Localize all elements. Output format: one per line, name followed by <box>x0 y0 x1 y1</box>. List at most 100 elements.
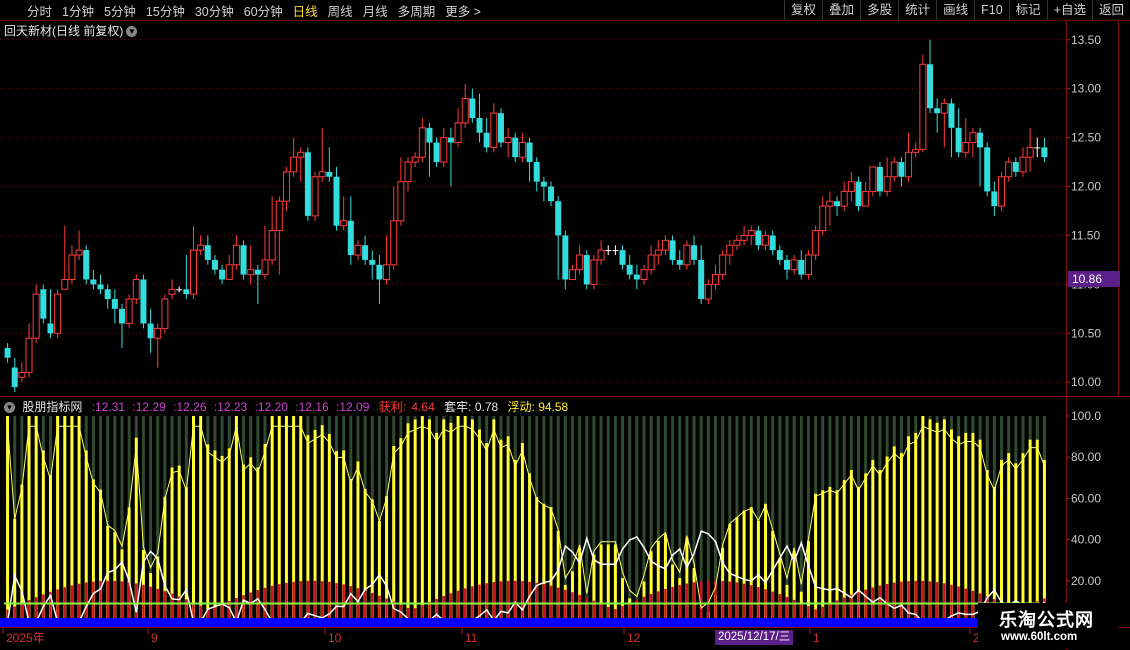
candle-body <box>326 171 333 177</box>
chevron-down-icon[interactable]: ▼ <box>126 26 138 38</box>
candle-body <box>704 283 712 300</box>
candle-body <box>261 259 269 276</box>
current-price-tag: 10.86 <box>1068 271 1120 287</box>
candle-body <box>476 118 483 133</box>
ma-value-5: :12.20 <box>254 400 288 414</box>
candle-body <box>311 176 319 217</box>
price-tick-label: 13.50 <box>1071 33 1101 47</box>
candle-body <box>1012 162 1019 172</box>
candle-body <box>390 220 398 266</box>
kline-chart[interactable]: 13.5013.0012.5012.0011.5011.0010.5010.00… <box>0 0 1130 650</box>
candle-body <box>869 166 877 192</box>
candle-body <box>183 289 190 295</box>
candle-body <box>526 142 533 163</box>
watermark-title: 乐淘公式网 <box>999 610 1094 630</box>
candle-body <box>583 255 590 285</box>
ma-value-3: :12.26 <box>173 400 207 414</box>
candle-body <box>883 176 891 192</box>
candle-body <box>948 103 955 128</box>
stock-title-text: 回天新材(日线 前复权) <box>4 24 124 38</box>
candle-body <box>633 274 640 280</box>
candle-body <box>497 113 504 143</box>
candle-body <box>747 230 755 236</box>
candle-body <box>855 181 862 207</box>
candle-body <box>304 152 311 216</box>
candle-body <box>998 176 1006 207</box>
candle-body <box>161 298 169 329</box>
time-tick-label: 2025年 <box>6 631 45 645</box>
candle-body <box>376 264 383 280</box>
candle-body <box>719 254 727 276</box>
price-tick-label: 13.00 <box>1071 82 1101 96</box>
cursor-date-tag: 2025/12/17/三 <box>715 630 794 645</box>
candle-body <box>219 269 226 280</box>
candle-body <box>240 245 247 275</box>
candle-body <box>790 259 798 271</box>
candle-body <box>1005 161 1013 178</box>
candle-body <box>211 259 218 270</box>
candle-body <box>440 137 448 163</box>
candle-body <box>97 284 104 290</box>
candle-body <box>504 137 512 144</box>
candle-body <box>176 289 183 291</box>
candle-body <box>347 220 354 256</box>
candle-body <box>605 250 612 252</box>
candle-body <box>4 347 11 358</box>
indicator-tick-label: 100.0 <box>1071 409 1101 423</box>
candle-body <box>433 142 440 163</box>
candle-body <box>683 244 691 266</box>
candle-body <box>418 127 426 158</box>
ma-value-6: :12.16 <box>295 400 329 414</box>
candle-body <box>1034 147 1041 149</box>
candle-body <box>25 337 33 373</box>
indicator-tick-label: 20.00 <box>1071 574 1101 588</box>
candle-body <box>490 112 498 148</box>
candle-body <box>232 244 240 266</box>
ma-value-4: :12.23 <box>213 400 248 414</box>
candle-body <box>75 249 83 256</box>
trap-label: 套牢: <box>444 400 472 414</box>
candle-body <box>984 147 991 192</box>
candle-body <box>840 190 848 207</box>
candle-body <box>61 278 69 290</box>
price-tick-label: 12.00 <box>1071 180 1101 194</box>
candle-body <box>912 148 920 153</box>
ma-value-2: :12.29 <box>132 400 166 414</box>
candle-body <box>1026 146 1034 158</box>
candle-body <box>1019 156 1027 173</box>
candle-body <box>247 269 255 276</box>
candle-body <box>90 279 97 285</box>
candle-body <box>290 156 298 173</box>
indicator-name[interactable]: 股朋指标网 <box>22 400 82 414</box>
float-label: 浮动: <box>507 400 535 414</box>
candle-body <box>940 102 948 114</box>
candle-body <box>426 127 433 143</box>
candle-body <box>819 205 827 232</box>
candle-body <box>533 162 540 182</box>
price-tick-label: 10.50 <box>1071 326 1101 340</box>
candle-body <box>890 161 898 178</box>
candle-body <box>40 289 47 319</box>
watermark-url: www.60lt.com <box>1001 631 1078 643</box>
time-tick-label: 1 <box>813 631 820 645</box>
candle-body <box>784 259 790 270</box>
candle-body <box>691 245 698 260</box>
candle-body <box>140 279 147 324</box>
time-tick-label: 11 <box>465 631 478 645</box>
candle-body <box>254 269 261 275</box>
candle-body <box>275 200 283 232</box>
candle-body <box>555 201 562 236</box>
candle-body <box>518 142 526 158</box>
candle-body <box>354 244 362 256</box>
indicator-tick-label: 80.00 <box>1071 450 1101 464</box>
candle-body <box>568 269 576 280</box>
time-tick-label: 10 <box>328 631 342 645</box>
chevron-down-icon[interactable]: ▼ <box>4 402 15 414</box>
candle-body <box>562 235 569 280</box>
candle-body <box>576 254 584 271</box>
candle-body <box>640 269 648 280</box>
candle-body <box>769 235 776 251</box>
candle-body <box>282 171 290 202</box>
candle-body <box>1041 147 1048 158</box>
stock-title[interactable]: 回天新材(日线 前复权) ▼ <box>4 22 138 39</box>
